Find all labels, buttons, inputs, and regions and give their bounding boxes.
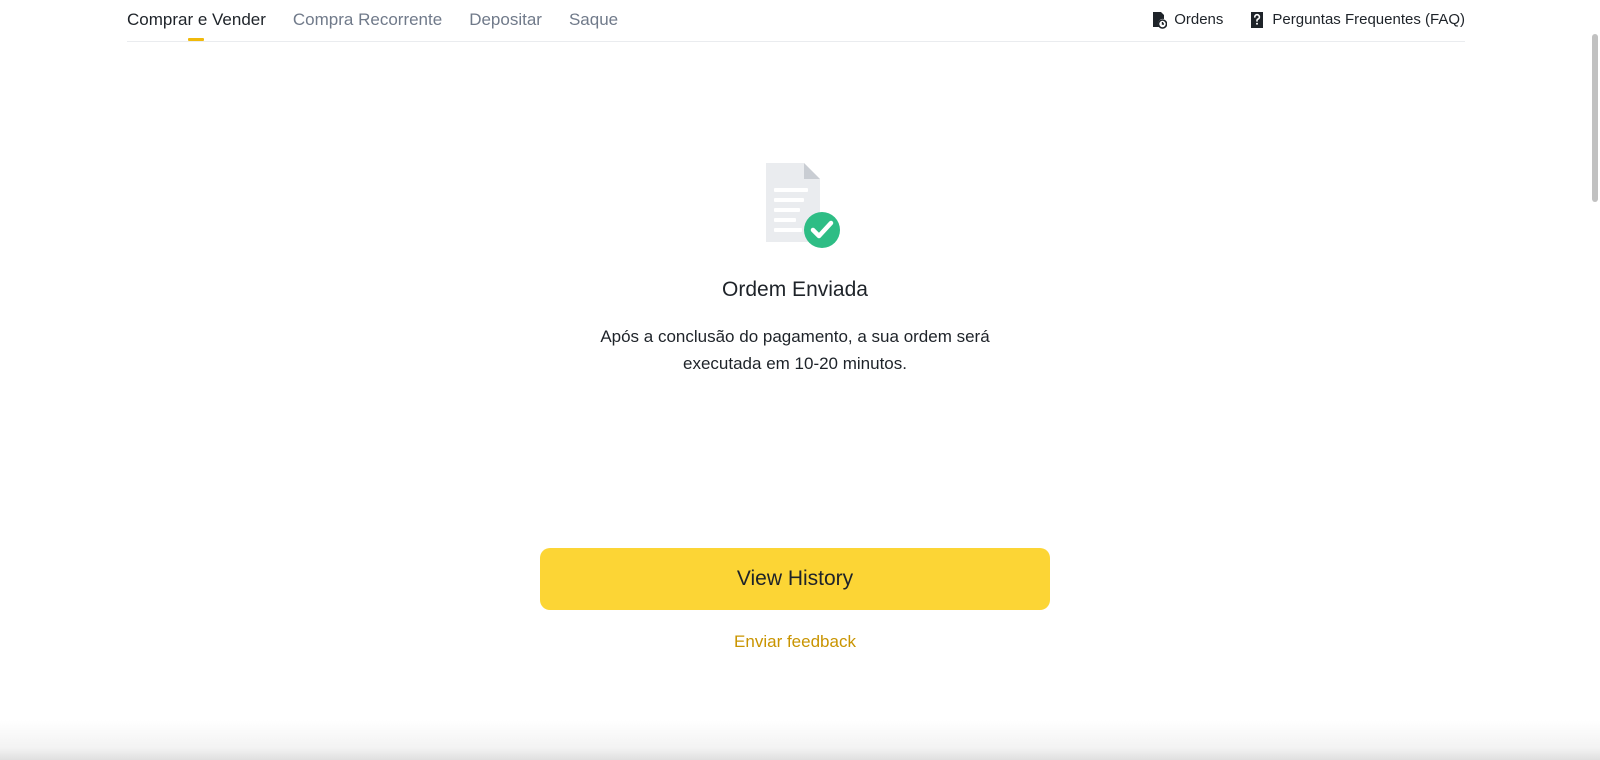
- bottom-shadow: [0, 720, 1600, 760]
- result-title: Ordem Enviada: [722, 278, 868, 301]
- result-message: Após a conclusão do pagamento, a sua ord…: [600, 327, 990, 373]
- scrollbar[interactable]: [1588, 0, 1600, 760]
- page: Comprar e Vender Compra Recorrente Depos…: [0, 0, 1600, 760]
- order-result-panel: Ordem Enviada Após a conclusão do pagame…: [0, 0, 1600, 760]
- send-feedback-link[interactable]: Enviar feedback: [0, 630, 1590, 654]
- scrollbar-thumb[interactable]: [1592, 34, 1598, 202]
- view-history-button[interactable]: View History: [540, 548, 1050, 610]
- document-check-icon: [762, 160, 844, 250]
